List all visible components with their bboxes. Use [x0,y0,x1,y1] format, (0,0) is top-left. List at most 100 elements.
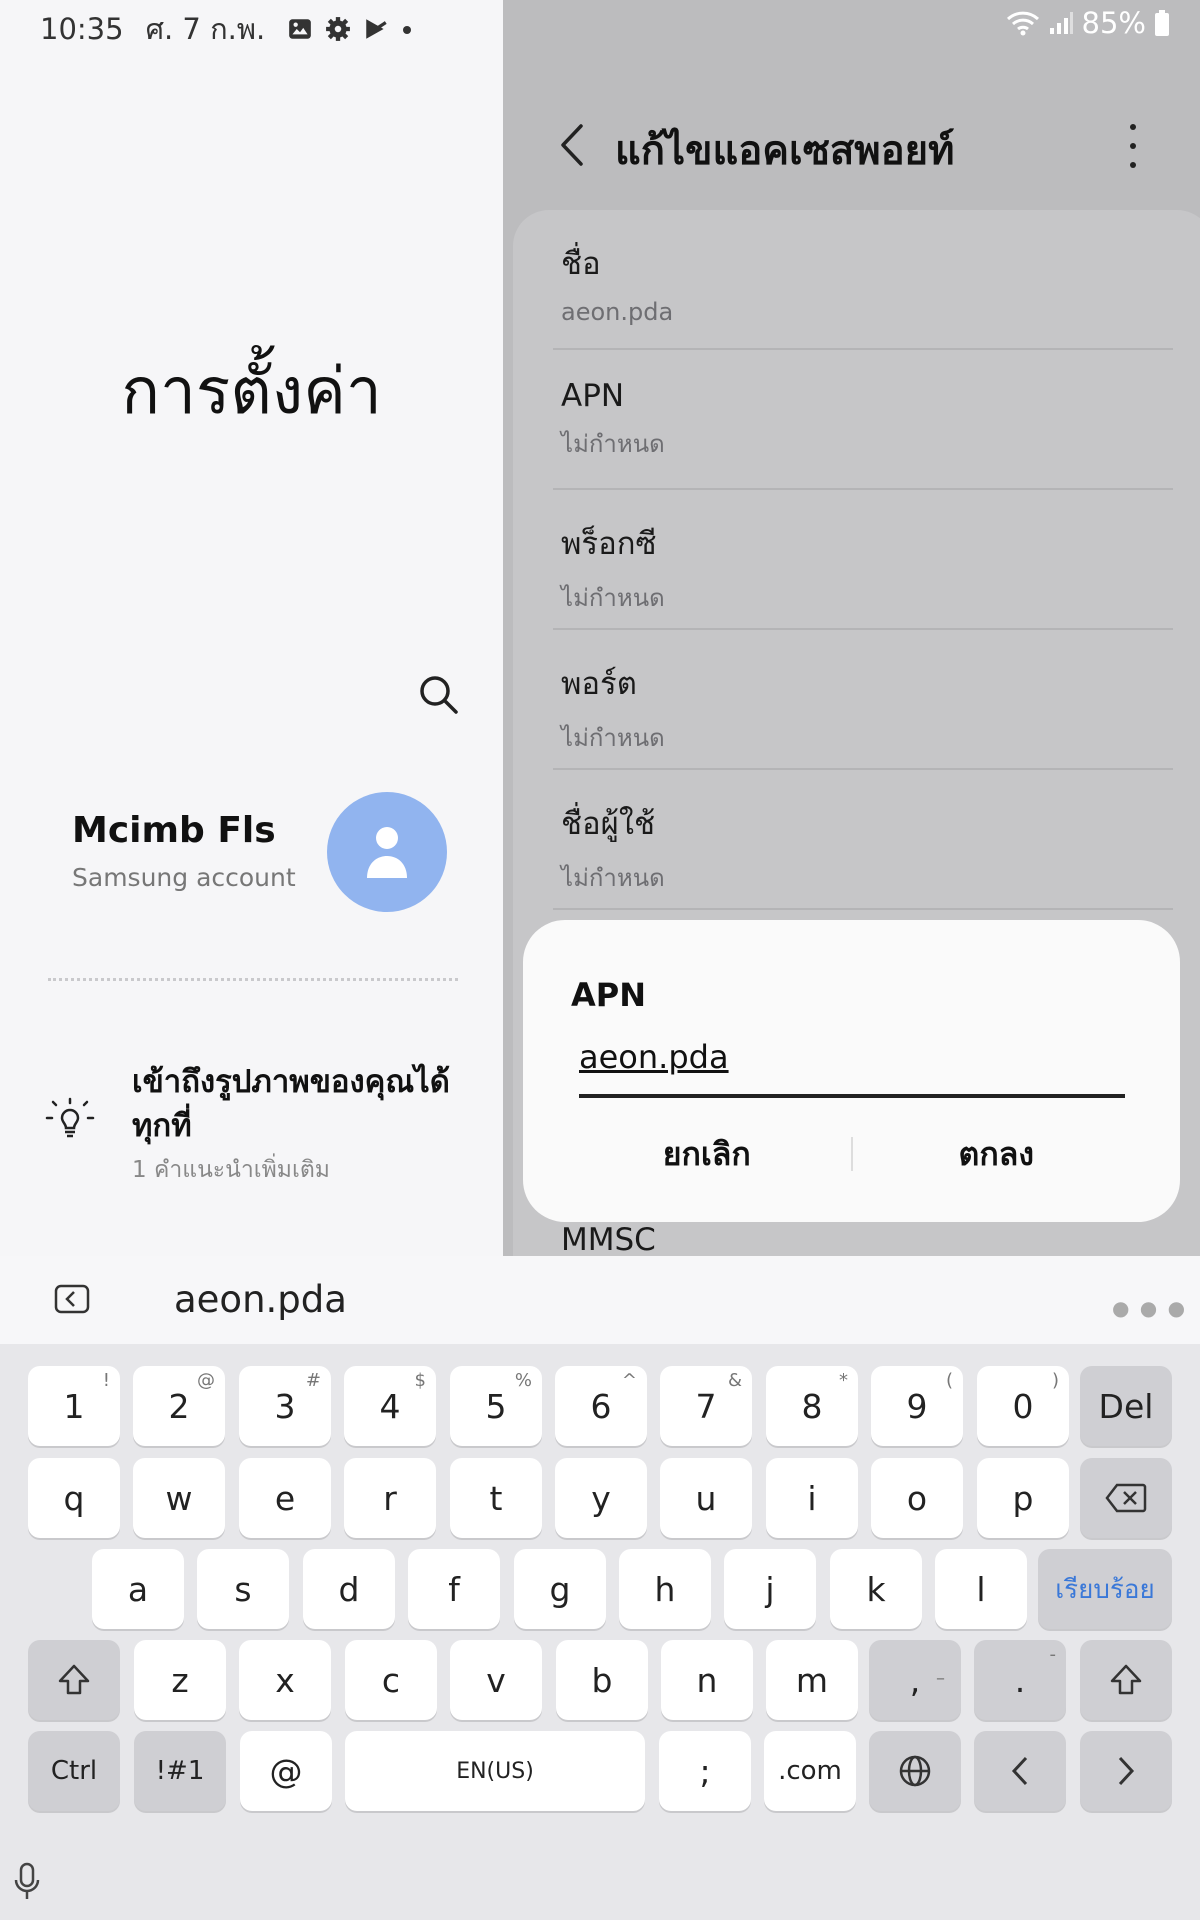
list-item-apn[interactable]: APN ไม่กำหนด [561,378,1173,463]
space-key[interactable]: EN(US) [345,1731,645,1811]
list-item-mmsc[interactable]: MMSC [561,1222,656,1256]
key-7[interactable]: 7 & [660,1366,752,1446]
comma-key-label: , [909,1660,921,1700]
status-bar: 10:35 ศ. 7 ก.พ. 85% [0,0,1200,50]
key-f[interactable]: f [408,1549,500,1629]
key-1[interactable]: 1! [28,1366,120,1446]
key-label: t [489,1478,503,1518]
key-alt-label: * [839,1370,848,1391]
suggestion-title[interactable]: เข้าถึงรูปภาพของคุณได้ทุกที่ [132,1060,482,1148]
key-r[interactable]: r [344,1458,436,1538]
divider [553,628,1173,630]
backspace-key[interactable] [1080,1458,1172,1538]
key-n[interactable]: n [661,1640,753,1720]
key-label: m [795,1660,829,1700]
key-6[interactable]: 6 ^ [555,1366,647,1446]
ctrl-key[interactable]: Ctrl [28,1731,120,1811]
key-y[interactable]: y [555,1458,647,1538]
cursor-right-key[interactable] [1080,1731,1172,1811]
key-a[interactable]: a [92,1549,184,1629]
shift-key-right[interactable] [1080,1640,1172,1720]
key-l[interactable]: l [935,1549,1027,1629]
period-key[interactable]: . - [974,1640,1066,1720]
key-k[interactable]: k [830,1549,922,1629]
key-d[interactable]: d [303,1549,395,1629]
key-v[interactable]: v [450,1640,542,1720]
dialog-title: APN [571,976,646,1014]
key-9[interactable]: 9( [871,1366,963,1446]
key-i[interactable]: i [766,1458,858,1538]
section-divider [48,978,458,981]
shift-key-left[interactable] [28,1640,120,1720]
key-w[interactable]: w [133,1458,225,1538]
key-h[interactable]: h [619,1549,711,1629]
key-0[interactable]: 0) [977,1366,1069,1446]
key-o[interactable]: o [871,1458,963,1538]
key-q[interactable]: q [28,1458,120,1538]
semicolon-key[interactable]: ; [659,1731,751,1811]
more-dot-icon [1130,124,1136,130]
done-key[interactable]: เรียบร้อย [1038,1549,1172,1629]
key-t[interactable]: t [450,1458,542,1538]
symbols-key[interactable]: !#1 [134,1731,226,1811]
key-u[interactable]: u [660,1458,752,1538]
ok-button[interactable]: ตกลง [853,1129,1141,1180]
more-suggestions-button[interactable]: ● ● ● [1112,1296,1187,1320]
key-label: o [906,1478,928,1518]
back-button[interactable] [553,120,593,170]
suggestion-word[interactable]: aeon.pda [174,1278,347,1321]
key-label: r [383,1478,397,1518]
key-s[interactable]: s [197,1549,289,1629]
list-item-username[interactable]: ชื่อผู้ใช้ ไม่กำหนด [561,798,1173,897]
list-item-proxy[interactable]: พร็อกซี ไม่กำหนด [561,518,1173,617]
key-alt-label: ) [1051,1370,1059,1391]
key-label: s [234,1569,252,1609]
more-options-button[interactable] [1123,124,1143,168]
key-2[interactable]: 2 @ [133,1366,225,1446]
key-4[interactable]: 4 $ [344,1366,436,1446]
chevron-right-icon [1118,1756,1135,1786]
cancel-button[interactable]: ยกเลิก [563,1129,851,1180]
key-e[interactable]: e [239,1458,331,1538]
key-label: p [1012,1478,1034,1518]
avatar[interactable] [327,792,447,912]
key-label: q [63,1478,85,1518]
key-label: h [654,1569,676,1609]
apn-dialog: APN aeon.pda ยกเลิก ตกลง [523,920,1180,1222]
dotcom-key[interactable]: .com [764,1731,856,1811]
cursor-left-key[interactable] [974,1731,1066,1811]
key-alt-label: ( [945,1370,953,1391]
list-item-port[interactable]: พอร์ต ไม่กำหนด [561,658,1173,757]
key-5[interactable]: 5% [450,1366,542,1446]
key-j[interactable]: j [724,1549,816,1629]
key-alt-label: # [305,1370,321,1391]
account-card[interactable]: Mcimb Fls Samsung account [72,810,296,892]
key-label: e [274,1478,296,1518]
key-c[interactable]: c [345,1640,437,1720]
key-g[interactable]: g [514,1549,606,1629]
toolbar-toggle-button[interactable] [54,1284,90,1314]
list-item-name[interactable]: ชื่อ aeon.pda [561,238,1173,326]
settings-title: การตั้งค่า [121,355,382,429]
key-label: z [171,1660,189,1700]
backspace-icon [1105,1483,1147,1513]
key-p[interactable]: p [977,1458,1069,1538]
page-title: แก้ไขแอคเซสพอยท์ [615,128,955,174]
del-key[interactable]: Del [1080,1366,1172,1446]
comma-key[interactable]: , – [869,1640,961,1720]
microphone-icon[interactable] [12,1862,42,1902]
search-button[interactable] [416,672,462,718]
key-z[interactable]: z [134,1640,226,1720]
language-key[interactable] [869,1731,961,1811]
period-key-alt: - [1049,1644,1057,1665]
key-8[interactable]: 8 * [766,1366,858,1446]
apn-input[interactable]: aeon.pda [579,1038,1125,1098]
key-b[interactable]: b [556,1640,648,1720]
key-m[interactable]: m [766,1640,858,1720]
battery-icon [1155,10,1169,36]
key-3[interactable]: 3 # [239,1366,331,1446]
key-x[interactable]: x [239,1640,331,1720]
key-label: k [866,1569,886,1609]
at-key[interactable]: @ [240,1731,332,1811]
key-alt-label: % [514,1370,532,1391]
